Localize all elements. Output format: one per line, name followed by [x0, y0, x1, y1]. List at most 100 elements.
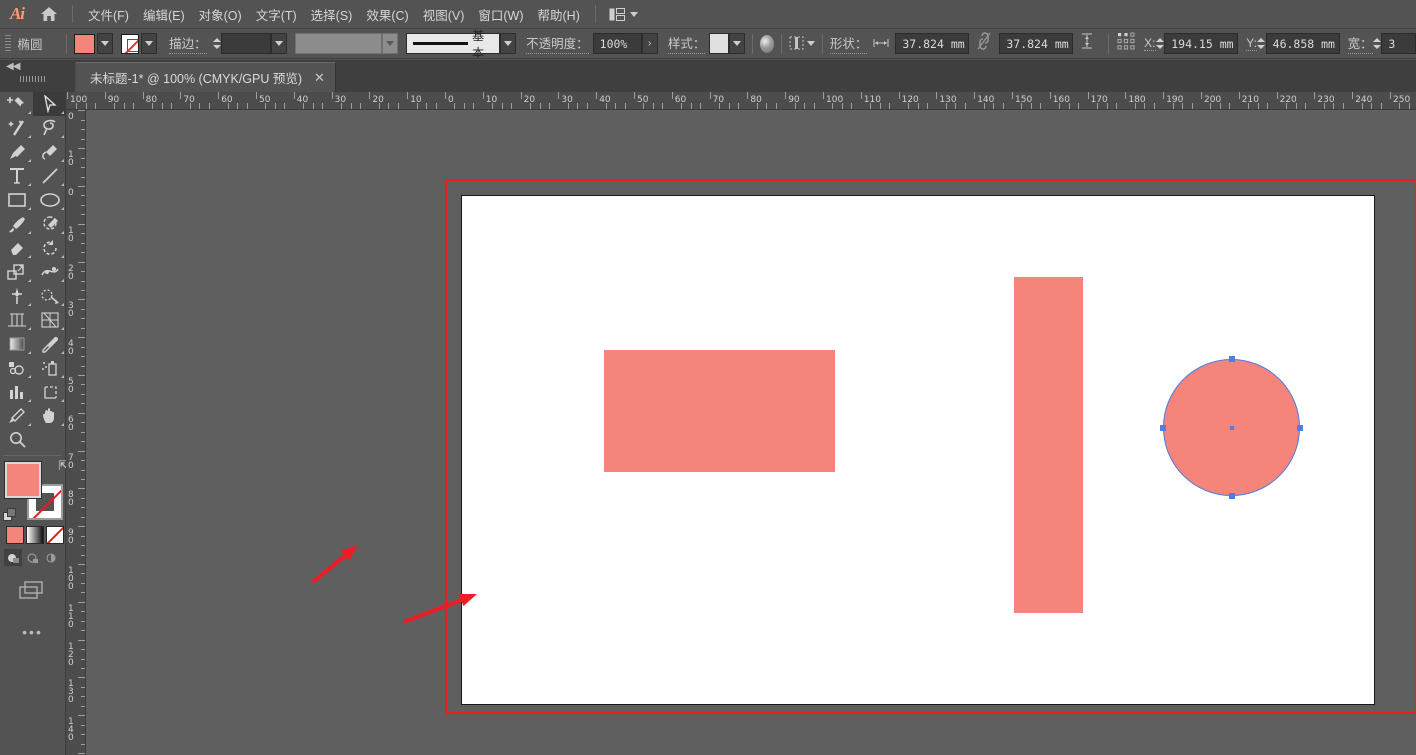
ruler-tick-minor [81, 422, 85, 423]
tool-curvature[interactable] [33, 140, 66, 164]
tool-column-graph[interactable] [0, 380, 33, 404]
tool-ellipse[interactable] [33, 188, 66, 212]
tool-free-transform[interactable] [0, 284, 33, 308]
tool-direct-selection[interactable] [33, 92, 66, 116]
draw-normal[interactable] [4, 549, 22, 566]
menu-select[interactable]: 选择(S) [304, 1, 360, 28]
object-width-stepper[interactable] [1373, 33, 1382, 54]
ruler-tick-minor [1248, 103, 1249, 109]
tool-blob-brush[interactable] [33, 212, 66, 236]
control-bar-grip[interactable] [2, 33, 12, 55]
mode-gradient[interactable] [26, 526, 44, 544]
draw-behind[interactable] [23, 549, 41, 566]
tool-panel-grip[interactable] [20, 76, 46, 82]
selection-handle-3[interactable] [1297, 425, 1303, 431]
opacity-flyout[interactable]: › [642, 33, 658, 54]
tool-gradient[interactable] [0, 332, 33, 356]
screen-mode-icon[interactable] [0, 580, 65, 602]
menu-window[interactable]: 窗口(W) [471, 1, 530, 28]
shape-rectangle-vertical[interactable] [1014, 277, 1083, 613]
link-broken-icon[interactable] [977, 32, 991, 55]
opacity-label: 不透明度： [526, 33, 589, 54]
stroke-profile-dropdown[interactable] [382, 33, 398, 54]
graphic-style-dropdown[interactable] [729, 33, 745, 54]
tool-lasso[interactable] [33, 116, 66, 140]
selection-handle-2[interactable] [1160, 425, 1166, 431]
tool-perspective-grid[interactable] [0, 308, 33, 332]
mode-color[interactable] [6, 526, 24, 544]
stroke-color-swatch[interactable] [121, 34, 139, 54]
fill-swatch-dropdown[interactable] [97, 33, 113, 54]
tool-rotate[interactable] [33, 236, 66, 260]
ruler-tick [78, 564, 85, 565]
close-icon[interactable]: ✕ [314, 71, 325, 84]
vertical-ruler[interactable]: 0100102030405060708090100110120130140150 [66, 110, 86, 755]
tool-blend[interactable] [0, 356, 33, 380]
y-position-label: Y: [1246, 36, 1257, 51]
tool-slice[interactable] [0, 404, 33, 428]
tool-mesh[interactable] [33, 308, 66, 332]
graphic-style-swatch[interactable] [709, 33, 728, 54]
stroke-profile-field[interactable] [295, 33, 381, 54]
ruler-label: 130 [68, 680, 79, 704]
draw-inside[interactable] [42, 549, 60, 566]
ruler-tick [78, 526, 85, 527]
shape-width-input[interactable]: 37.824 mm [895, 33, 969, 54]
tool-rectangle[interactable] [0, 188, 33, 212]
reference-point-icon[interactable] [1116, 31, 1136, 56]
object-width-input[interactable]: 3 [1381, 33, 1416, 54]
tool-hand[interactable] [33, 404, 66, 428]
menu-object[interactable]: 对象(O) [192, 1, 249, 28]
fill-color-indicator[interactable] [5, 462, 41, 498]
menu-file[interactable]: 文件(F) [81, 1, 136, 28]
tool-type[interactable] [0, 164, 33, 188]
ruler-tick-minor [918, 103, 919, 109]
brush-definition-field[interactable]: 基本 [406, 33, 500, 54]
tool-magic-wand[interactable] [0, 116, 33, 140]
collapse-panel-button[interactable]: ◀◀ [6, 61, 19, 72]
tool-line-segment[interactable] [33, 164, 66, 188]
tool-paintbrush[interactable] [0, 212, 33, 236]
stroke-weight-dropdown[interactable] [271, 33, 287, 54]
tool-shape-builder[interactable] [33, 284, 66, 308]
x-position-stepper[interactable] [1156, 33, 1165, 54]
mode-none[interactable] [46, 526, 64, 544]
tool-width[interactable] [33, 260, 66, 284]
shape-height-input[interactable]: 37.824 mm [999, 33, 1073, 54]
ruler-tick-minor [653, 103, 654, 109]
stroke-weight-stepper[interactable] [213, 33, 222, 54]
more-tools-button[interactable]: ••• [0, 624, 65, 640]
selection-center-point[interactable] [1230, 426, 1234, 430]
selection-handle-0[interactable] [1229, 356, 1235, 362]
tool-symbol-sprayer[interactable] [33, 356, 66, 380]
menu-view[interactable]: 视图(V) [416, 1, 472, 28]
x-position-input[interactable]: 194.15 mm [1164, 33, 1238, 54]
tool-eraser[interactable] [0, 236, 33, 260]
selection-handle-1[interactable] [1229, 493, 1235, 499]
tool-scale[interactable] [0, 260, 33, 284]
home-icon[interactable] [34, 6, 64, 22]
menu-effect[interactable]: 效果(C) [359, 1, 415, 28]
recolor-artwork-icon[interactable] [760, 35, 774, 53]
align-icon[interactable] [789, 36, 815, 51]
tool-pen[interactable] [0, 140, 33, 164]
canvas-area[interactable] [86, 110, 1416, 755]
horizontal-ruler[interactable]: 1009080706050403020100102030405060708090… [66, 92, 1416, 110]
menu-edit[interactable]: 编辑(E) [136, 1, 192, 28]
document-tab[interactable]: 未标题-1* @ 100% (CMYK/GPU 预览) ✕ [75, 62, 336, 92]
workspace-switcher[interactable] [604, 6, 643, 23]
tool-selection-add[interactable] [0, 92, 33, 116]
stroke-swatch-dropdown[interactable] [141, 33, 157, 54]
opacity-input[interactable]: 100% [593, 33, 642, 54]
tool-eyedropper[interactable] [33, 332, 66, 356]
tool-artboard[interactable] [33, 380, 66, 404]
brush-definition-dropdown[interactable] [500, 33, 516, 54]
default-fill-stroke-icon[interactable] [3, 508, 17, 522]
menu-type[interactable]: 文字(T) [249, 1, 304, 28]
y-position-input[interactable]: 46.858 mm [1266, 33, 1340, 54]
stroke-weight-input[interactable] [221, 33, 271, 54]
shape-rectangle-horizontal[interactable] [604, 350, 835, 472]
y-position-stepper[interactable] [1257, 33, 1266, 54]
menu-help[interactable]: 帮助(H) [531, 1, 587, 28]
fill-color-swatch[interactable] [74, 34, 95, 54]
